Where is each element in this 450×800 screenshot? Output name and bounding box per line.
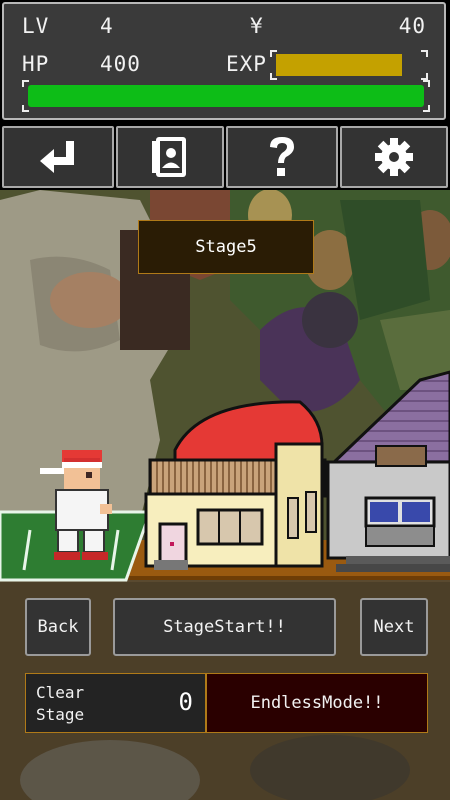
status-panel: LV 4 ¥ 40 HP 400 EXP [0,0,450,124]
profile-card-icon [152,137,186,177]
next-button[interactable]: Next [360,598,428,656]
profile-button[interactable] [116,126,224,188]
question-mark-icon [270,137,294,176]
exp-bar-fill [276,54,402,76]
exp-bar [270,50,428,80]
stage-name-label: Stage5 [138,220,314,274]
clear-stage-label: Clear Stage [36,683,85,724]
return-button[interactable] [2,126,114,188]
level-value: 4 [100,14,114,38]
hp-value: 400 [100,52,141,76]
gold-value: 40 [398,14,426,38]
gear-icon [375,138,413,176]
back-button[interactable]: Back [25,598,91,656]
clear-stage-counter: Clear Stage 0 [25,673,206,733]
currency-symbol: ¥ [250,14,264,38]
clear-stage-value: 0 [178,688,193,716]
hp-bar [22,80,430,112]
exp-label: EXP [226,52,267,76]
settings-button[interactable] [340,126,448,188]
stage-start-button[interactable]: StageStart!! [113,598,336,656]
endless-mode-button[interactable]: EndlessMode!! [206,673,428,733]
return-arrow-icon [40,141,74,173]
hp-label: HP [22,52,50,76]
toolbar [0,124,450,190]
level-label: LV [22,14,50,38]
hp-bar-fill [28,85,424,107]
help-button[interactable] [226,126,338,188]
